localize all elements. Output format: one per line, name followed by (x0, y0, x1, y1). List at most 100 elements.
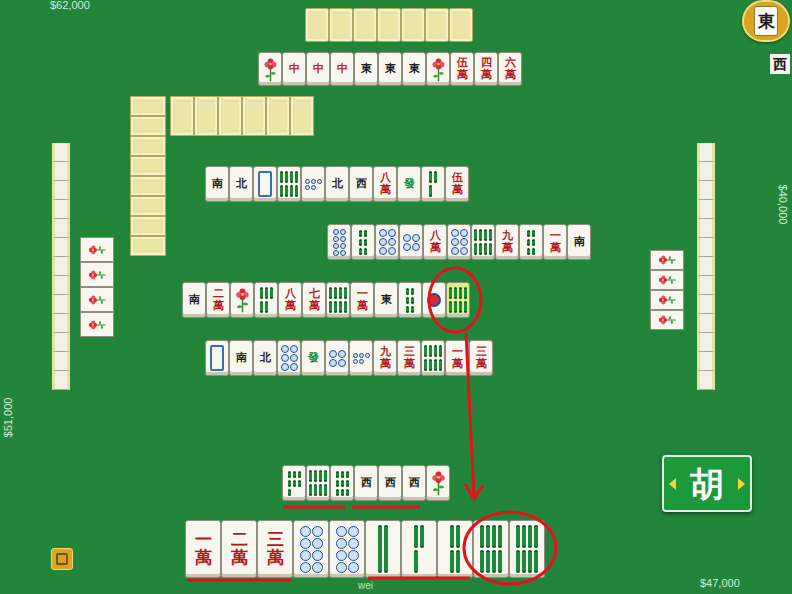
discard-tile: 伍萬 (445, 166, 469, 202)
right-score: $40,000 (774, 172, 792, 236)
sou-stick (489, 243, 492, 255)
pin-dot (340, 236, 346, 242)
side-tile (52, 333, 70, 352)
hand-tile[interactable]: 二萬 (221, 520, 257, 578)
sou-stick (522, 525, 526, 548)
pin-dot (348, 550, 359, 561)
hand-tile[interactable] (293, 520, 329, 578)
sou-sticks (288, 471, 301, 496)
pin-dot (281, 345, 289, 353)
wall-tile (218, 96, 242, 136)
side-tile (697, 352, 715, 371)
sou-sticks (280, 171, 298, 197)
player-name: wei (358, 581, 373, 591)
tile-label: 一萬 (195, 531, 212, 567)
sou-sticks (449, 287, 467, 313)
sou-stick (516, 550, 520, 573)
tile-label: 中 (337, 63, 348, 75)
hand-tile[interactable] (329, 520, 365, 578)
pin-dot (359, 353, 364, 358)
hu-button[interactable]: 胡 (662, 455, 752, 512)
sou-stick (492, 550, 496, 573)
pin-dots (353, 353, 370, 364)
hand-tile[interactable] (437, 520, 473, 578)
discard-row: 八萬九萬一萬南 (327, 224, 591, 260)
menu-icon[interactable] (51, 548, 73, 570)
pin-dot (333, 236, 339, 242)
pin-dot (312, 538, 323, 549)
sou-stick (406, 288, 409, 295)
hand-tile[interactable]: 三萬 (257, 520, 293, 578)
sou-stick (498, 525, 502, 548)
sou-sticks (336, 471, 349, 496)
tile-label: 中 (313, 63, 324, 75)
sou-stick (479, 229, 482, 241)
flower-icon (429, 469, 448, 497)
tile-label: 伍萬 (452, 172, 463, 195)
sou-stick (414, 550, 418, 573)
pin-dot (300, 550, 311, 561)
annotation-overlay (0, 0, 792, 594)
sou-stick (429, 359, 432, 371)
flower-icon (657, 253, 677, 267)
flower-icon (657, 313, 677, 327)
pin-dot (460, 247, 468, 255)
tile-back (449, 8, 473, 42)
sou-stick (439, 345, 442, 357)
sou-stick (439, 359, 442, 371)
top-melds: 中中中東東東伍萬四萬六萬 (258, 52, 522, 86)
tile-label: 四萬 (481, 57, 492, 80)
side-tile (52, 238, 70, 257)
pin-dot (403, 243, 411, 251)
pin-dot (290, 354, 298, 362)
pin-dot (336, 538, 347, 549)
sou-stick (359, 239, 362, 246)
sou-stick (280, 185, 283, 197)
pin-dot (333, 243, 339, 249)
tile-label: 中 (289, 63, 300, 75)
sou-sticks (406, 288, 414, 313)
sou-stick (329, 287, 332, 299)
pin-dot (451, 247, 459, 255)
sou-stick (293, 471, 296, 478)
round-wind-text: 東 (758, 13, 775, 30)
discard-tile (326, 282, 350, 318)
discard-row: 南二萬八萬七萬一萬東 (182, 282, 470, 318)
tile-label: 北 (236, 178, 247, 190)
side-tile (697, 143, 715, 162)
hand-tile[interactable] (401, 520, 437, 578)
sou-sticks (378, 525, 388, 573)
sou-stick (527, 230, 530, 237)
sou-stick (454, 301, 457, 313)
flower-icon (657, 273, 677, 287)
discard-tile: 九萬 (373, 340, 397, 376)
side-tile (697, 314, 715, 333)
meld-tile: 東 (354, 52, 378, 86)
sou-stick (359, 248, 362, 255)
hand-tile[interactable] (473, 520, 509, 578)
sou-stick (265, 287, 268, 299)
hand-tile[interactable]: 一萬 (185, 520, 221, 578)
wall-tile (130, 236, 166, 256)
top-score: $62,000 (50, 0, 90, 11)
side-tile (52, 257, 70, 276)
pin-dots (281, 345, 298, 371)
hand-tile[interactable] (509, 520, 545, 578)
hand-tile[interactable] (365, 520, 401, 578)
left-hidden-hand (52, 143, 70, 390)
sou-stick (420, 525, 424, 548)
pin-dots (451, 229, 468, 255)
discard-tile (447, 224, 471, 260)
sou-stick (464, 301, 467, 313)
pin-dot (290, 363, 298, 371)
sou-stick (344, 301, 347, 313)
seat-wind-text: 西 (773, 57, 787, 71)
sou-stick (324, 484, 327, 496)
sou-stick (288, 471, 291, 478)
tile-label: 三萬 (404, 346, 415, 369)
wall-tile (290, 96, 314, 136)
wall-tile (194, 96, 218, 136)
tile-label: 三萬 (267, 531, 284, 567)
side-meld-tile (650, 270, 684, 290)
side-meld-tile (80, 312, 114, 337)
